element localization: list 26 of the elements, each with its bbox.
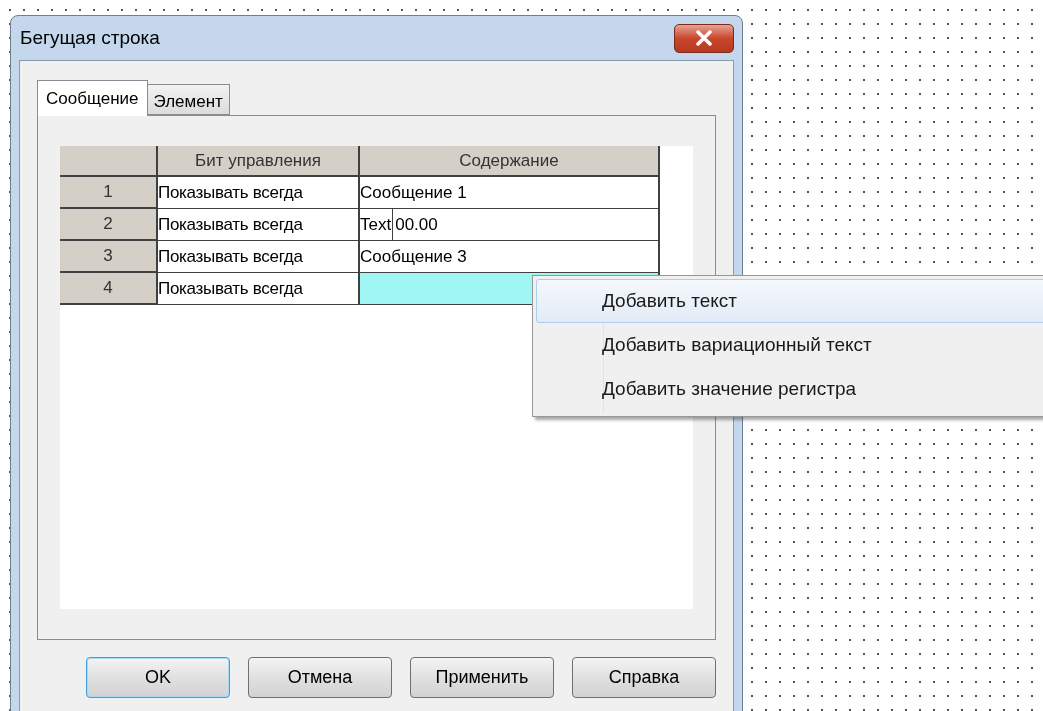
table-cell: Показывать всегда bbox=[158, 273, 360, 305]
cell-text: Сообщение 1 bbox=[360, 181, 468, 204]
table-cell: Показывать всегда bbox=[158, 177, 360, 209]
dialog-button[interactable]: OK bbox=[86, 657, 230, 698]
window-title: Бегущая строка bbox=[19, 25, 160, 50]
column-header: Содержание bbox=[360, 146, 660, 177]
row-header: 3 bbox=[60, 241, 158, 273]
menu-item[interactable]: Добавить вариационный текст bbox=[536, 323, 1043, 367]
tab[interactable]: Элемент bbox=[147, 84, 230, 115]
tab[interactable]: Сообщение bbox=[37, 80, 148, 116]
row-header: 1 bbox=[60, 177, 158, 209]
menu-item[interactable]: Добавить значение регистра bbox=[536, 367, 1043, 411]
cell-text: Сообщение 3 bbox=[360, 245, 468, 268]
column-header: Бит управления bbox=[158, 146, 360, 177]
close-icon bbox=[695, 30, 713, 46]
menu-item[interactable]: Добавить текст bbox=[536, 279, 1043, 323]
table-cell: Показывать всегда bbox=[158, 209, 360, 241]
close-button[interactable] bbox=[674, 23, 734, 53]
cell-text: 00.00 bbox=[392, 209, 438, 240]
row-header: 4 bbox=[60, 273, 158, 305]
cell-text: Text bbox=[360, 213, 393, 236]
dialog-button[interactable]: Отмена bbox=[248, 657, 392, 698]
dialog-button[interactable]: Справка bbox=[572, 657, 716, 698]
table-cell: Показывать всегда bbox=[158, 241, 360, 273]
dialog-button[interactable]: Применить bbox=[410, 657, 554, 698]
row-header: 2 bbox=[60, 209, 158, 241]
